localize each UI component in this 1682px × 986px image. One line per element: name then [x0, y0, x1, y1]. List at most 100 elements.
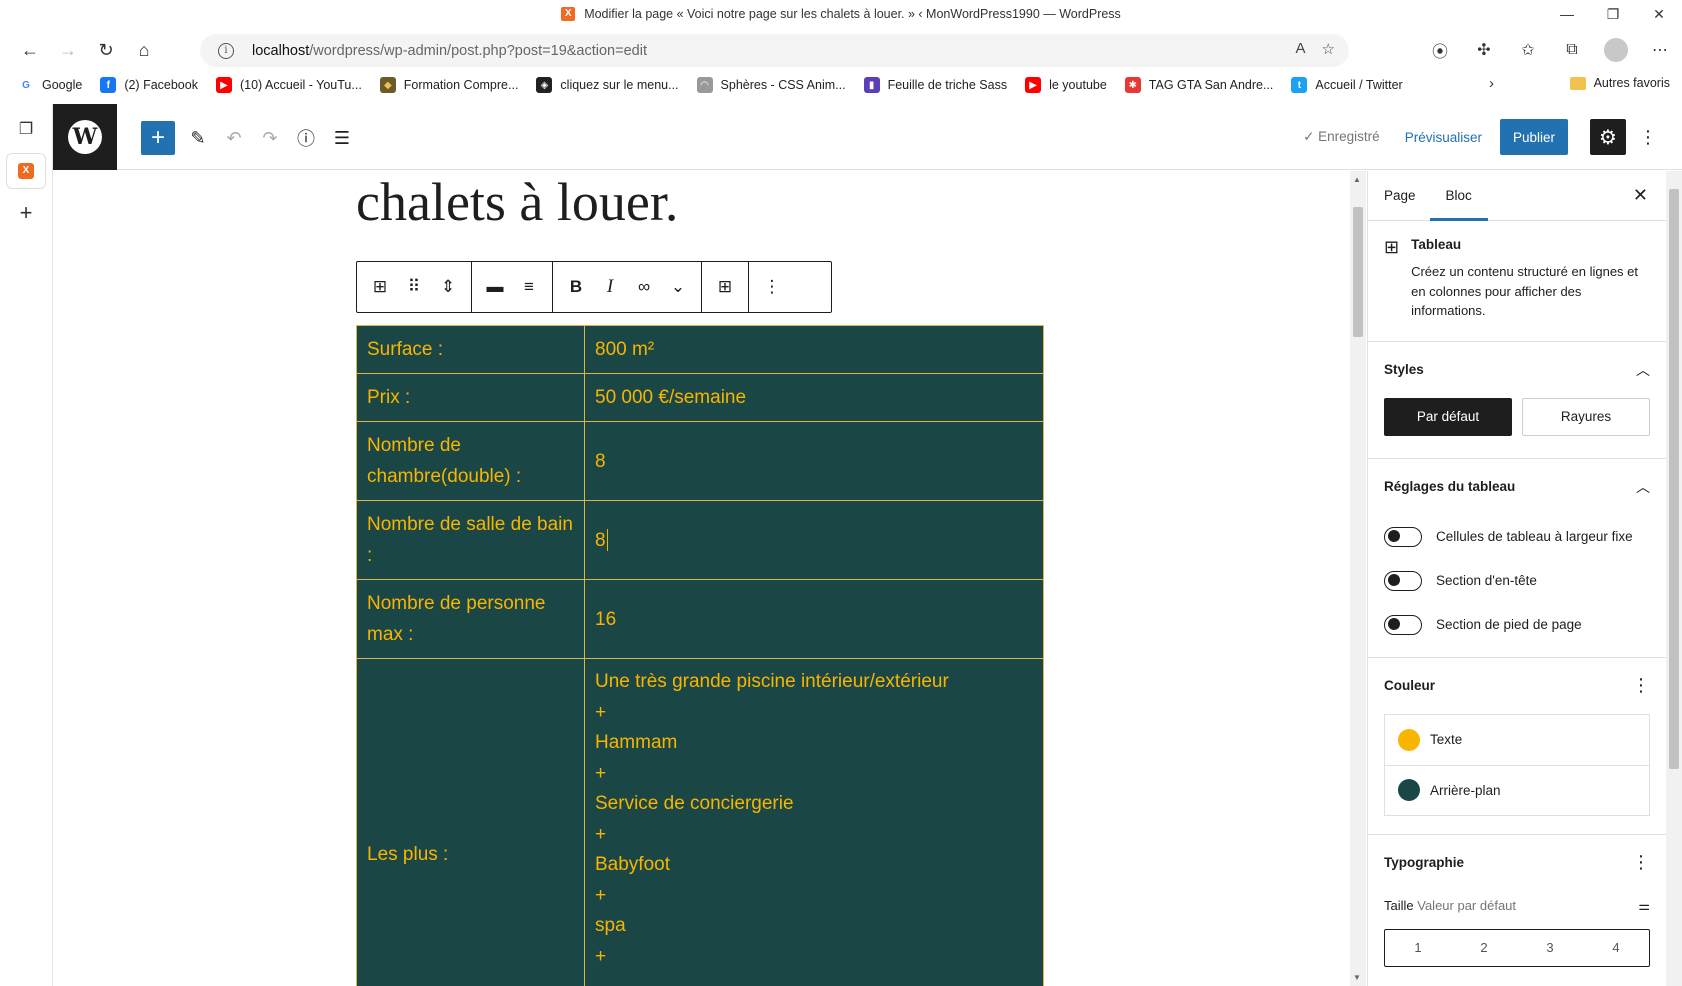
- table-settings-toggle[interactable]: Réglages du tableau ︿: [1384, 459, 1650, 515]
- text-align-icon[interactable]: ≡: [512, 267, 546, 307]
- refresh-icon[interactable]: ↻: [87, 32, 125, 68]
- tab-xampp[interactable]: X: [7, 154, 45, 188]
- footer-section-toggle[interactable]: [1384, 614, 1422, 635]
- font-size-option[interactable]: 2: [1451, 930, 1517, 966]
- extension-icon[interactable]: ⦿: [1418, 32, 1462, 68]
- list-view-icon[interactable]: ☰: [325, 121, 359, 155]
- drag-handle-icon[interactable]: ⠿: [397, 267, 431, 307]
- background-color-item[interactable]: Arrière-plan: [1385, 764, 1649, 815]
- folder-icon: [1569, 76, 1586, 90]
- back-icon[interactable]: ←: [11, 32, 49, 68]
- other-favorites[interactable]: Autres favoris: [1569, 76, 1670, 90]
- options-more-icon[interactable]: ⋮: [1638, 127, 1658, 148]
- table-cell-value[interactable]: 8: [584, 421, 1044, 501]
- site-info-icon[interactable]: i: [218, 42, 234, 59]
- bookmark-item[interactable]: f (2) Facebook: [100, 77, 198, 93]
- bookmark-item[interactable]: ◈ cliquez sur le menu...: [536, 77, 679, 93]
- close-window-icon[interactable]: ✕: [1636, 0, 1682, 28]
- table-cell-value[interactable]: Une très grande piscine intérieur/extéri…: [584, 658, 1044, 986]
- new-tab-icon[interactable]: +: [7, 196, 45, 230]
- bookmark-item[interactable]: ✱ TAG GTA San Andre...: [1124, 77, 1273, 93]
- fixed-width-toggle[interactable]: [1384, 526, 1422, 547]
- browser-menu-icon[interactable]: ⋯: [1638, 32, 1682, 68]
- address-bar[interactable]: i localhost/wordpress/wp-admin/post.php?…: [200, 34, 1349, 67]
- bookmark-label: (2) Facebook: [124, 78, 198, 92]
- bookmark-item[interactable]: ◠ Sphères - CSS Anim...: [696, 77, 846, 93]
- redo-icon[interactable]: ↷: [253, 121, 287, 155]
- font-size-option[interactable]: 3: [1517, 930, 1583, 966]
- table-cell-key[interactable]: Prix :: [356, 373, 585, 422]
- fixed-width-toggle-row[interactable]: Cellules de tableau à largeur fixe: [1384, 515, 1650, 559]
- table-cell-key[interactable]: Nombre de salle de bain :: [356, 500, 585, 580]
- undo-icon[interactable]: ↶: [217, 121, 251, 155]
- table-cell-key[interactable]: Nombre de personne max :: [356, 579, 585, 659]
- canvas-scrollbar[interactable]: ▲ ▼: [1350, 171, 1366, 986]
- bookmark-item[interactable]: t Accueil / Twitter: [1291, 77, 1403, 93]
- home-icon[interactable]: ⌂: [125, 32, 163, 68]
- bookmark-item[interactable]: ▮ Feuille de triche Sass: [863, 77, 1008, 93]
- style-stripes-button[interactable]: Rayures: [1522, 397, 1650, 436]
- style-default-button[interactable]: Par défaut: [1384, 397, 1512, 436]
- table-cell-value[interactable]: 50 000 €/semaine: [584, 373, 1044, 422]
- bookmark-item[interactable]: ◆ Formation Compre...: [379, 77, 519, 93]
- bookmark-label: Feuille de triche Sass: [887, 78, 1008, 92]
- bookmarks-overflow-icon[interactable]: ›: [1489, 75, 1494, 92]
- extensions-puzzle-icon[interactable]: ✣: [1462, 32, 1506, 68]
- bookmark-item[interactable]: G Google: [18, 77, 82, 93]
- block-align-icon[interactable]: ▬: [478, 267, 512, 307]
- table-cell-key[interactable]: Surface :: [356, 325, 585, 374]
- publish-button[interactable]: Publier: [1499, 119, 1568, 155]
- list-item: +: [595, 701, 607, 723]
- text-color-item[interactable]: Texte: [1385, 715, 1649, 765]
- preview-button[interactable]: Prévisualiser: [1405, 130, 1482, 145]
- settings-gear-icon[interactable]: ⚙: [1590, 119, 1626, 155]
- tab-actions-icon[interactable]: ❐: [7, 112, 45, 146]
- font-size-option[interactable]: 4: [1583, 930, 1649, 966]
- typography-options-icon[interactable]: ⋮: [1632, 852, 1650, 873]
- table-block-icon[interactable]: ⊞: [363, 267, 397, 307]
- table-cell-value[interactable]: 800 m²: [584, 325, 1044, 374]
- close-sidebar-icon[interactable]: ✕: [1633, 185, 1648, 206]
- bookmark-item[interactable]: ▶ (10) Accueil - YouTu...: [215, 77, 362, 93]
- bookmark-item[interactable]: ▶ le youtube: [1025, 77, 1107, 93]
- favorite-star-icon[interactable]: ☆: [1322, 40, 1335, 58]
- edit-table-icon[interactable]: ⊞: [708, 267, 742, 307]
- profile-button[interactable]: [1594, 32, 1638, 68]
- tools-pencil-icon[interactable]: ✎: [181, 121, 215, 155]
- window-controls: — ❐ ✕: [1544, 0, 1682, 28]
- chalet-table[interactable]: Surface :800 m² Prix :50 000 €/semaine Nom…: [356, 325, 1044, 986]
- details-info-icon[interactable]: ⓘ: [289, 121, 323, 155]
- header-section-toggle-row[interactable]: Section d'en-tête: [1384, 559, 1650, 603]
- bookmark-favicon-icon: t: [1291, 77, 1308, 93]
- table-cell-value[interactable]: 16: [584, 579, 1044, 659]
- move-up-down-icon[interactable]: ⇕: [431, 267, 465, 307]
- favorites-icon[interactable]: ✩: [1506, 32, 1550, 68]
- bookmark-label: Formation Compre...: [403, 78, 519, 92]
- forward-icon[interactable]: →: [49, 32, 87, 68]
- color-options-icon[interactable]: ⋮: [1632, 675, 1650, 696]
- footer-section-toggle-row[interactable]: Section de pied de page: [1384, 603, 1650, 647]
- table-cell-key[interactable]: Nombre de chambre(double) :: [356, 421, 585, 501]
- table-cell-key[interactable]: Les plus :: [356, 658, 585, 986]
- more-formats-chevron-icon[interactable]: ⌄: [661, 267, 695, 307]
- page-title[interactable]: chalets à louer.: [356, 171, 678, 233]
- collections-icon[interactable]: ⧉: [1550, 32, 1594, 68]
- add-block-button[interactable]: +: [141, 121, 175, 155]
- sidebar-scrollbar[interactable]: [1666, 171, 1682, 986]
- italic-icon[interactable]: I: [593, 267, 627, 307]
- minimize-icon[interactable]: —: [1544, 0, 1590, 28]
- link-icon[interactable]: ∞: [627, 267, 661, 307]
- font-size-option[interactable]: 1: [1385, 930, 1451, 966]
- restore-icon[interactable]: ❐: [1590, 0, 1636, 28]
- tab-page[interactable]: Page: [1384, 171, 1416, 221]
- tab-bloc[interactable]: Bloc: [1429, 171, 1488, 221]
- wordpress-logo-icon[interactable]: W: [53, 104, 117, 170]
- block-options-icon[interactable]: ⋮: [755, 267, 789, 307]
- custom-size-icon[interactable]: ⚌: [1638, 898, 1650, 914]
- header-section-toggle[interactable]: [1384, 570, 1422, 591]
- table-cell-value[interactable]: 8: [584, 500, 1044, 580]
- bold-icon[interactable]: B: [559, 267, 593, 307]
- browser-navbar: ← → ↻ ⌂ i localhost/wordpress/wp-admin/p…: [0, 30, 1682, 70]
- read-aloud-icon[interactable]: A: [1296, 40, 1306, 58]
- styles-panel-toggle[interactable]: Styles ︿: [1384, 342, 1650, 398]
